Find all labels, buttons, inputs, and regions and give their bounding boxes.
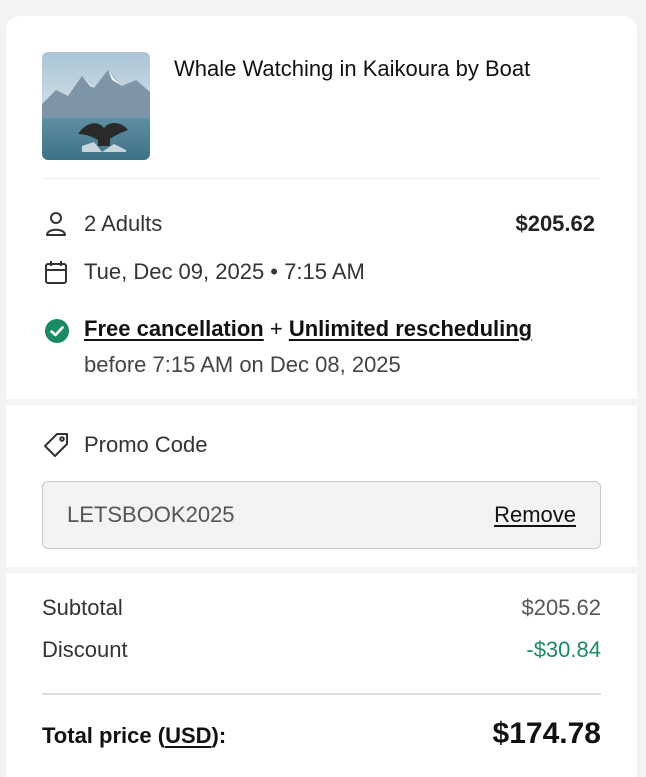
person-icon	[42, 210, 70, 238]
subtotal-row: Subtotal $205.62	[42, 595, 601, 621]
promo-card: Promo Code LETSBOOK2025 Remove	[6, 405, 637, 567]
total-label: Total price (USD):	[42, 723, 226, 749]
discount-row: Discount -$30.84	[42, 637, 601, 663]
total-price-value: $174.78	[492, 717, 601, 750]
promo-label: Promo Code	[84, 432, 208, 457]
discount-value: -$30.84	[526, 637, 601, 662]
promo-code-field[interactable]: LETSBOOK2025 Remove	[42, 481, 601, 549]
booking-price: $205.62	[515, 211, 595, 236]
totals-divider	[42, 693, 601, 695]
date-row: Tue, Dec 09, 2025 • 7:15 AM	[42, 258, 365, 286]
discount-label: Discount	[42, 637, 128, 662]
date-time-label: Tue, Dec 09, 2025 • 7:15 AM	[84, 259, 365, 284]
free-cancellation-link[interactable]: Free cancellation	[84, 316, 264, 341]
tag-icon	[42, 431, 70, 459]
check-circle-icon	[45, 319, 69, 343]
subtotal-value: $205.62	[521, 595, 601, 620]
divider	[42, 178, 600, 179]
total-label-suffix: ):	[211, 723, 227, 748]
currency-selector[interactable]: USD	[165, 723, 211, 748]
subtotal-label: Subtotal	[42, 595, 123, 620]
travelers-row: 2 Adults	[42, 210, 162, 238]
total-label-prefix: Total price (	[42, 723, 166, 748]
calendar-icon	[42, 258, 70, 286]
booking-summary-card: Whale Watching in Kaikoura by Boat 2 Adu…	[6, 16, 637, 399]
promo-code-value: LETSBOOK2025	[67, 502, 235, 527]
travelers-label: 2 Adults	[84, 211, 163, 236]
remove-promo-button[interactable]: Remove	[494, 502, 576, 528]
product-title: Whale Watching in Kaikoura by Boat	[174, 56, 531, 81]
price-breakdown-card: Subtotal $205.62 Discount -$30.84 Total …	[6, 573, 637, 777]
promo-label-row: Promo Code	[42, 431, 208, 459]
cancellation-policy: Free cancellation + Unlimited rescheduli…	[84, 316, 532, 342]
policy-plus: +	[269, 316, 283, 341]
unlimited-rescheduling-link[interactable]: Unlimited rescheduling	[289, 316, 532, 341]
policy-deadline: before 7:15 AM on Dec 08, 2025	[84, 352, 401, 377]
product-thumbnail	[42, 52, 150, 160]
